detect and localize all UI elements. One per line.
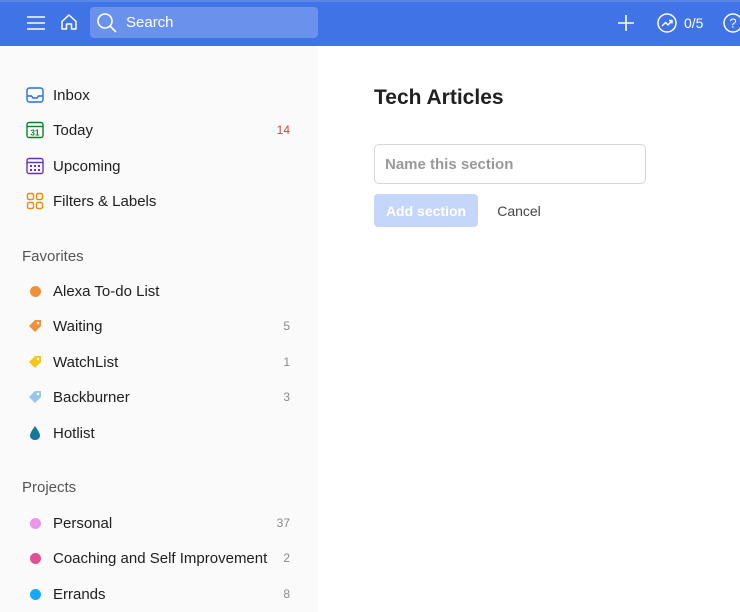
section-name-input[interactable] (374, 144, 646, 184)
help-icon[interactable]: ? (722, 12, 740, 34)
project-item-count: 37 (276, 516, 290, 530)
project-item-count: 2 (283, 551, 290, 565)
karma-count: 0/5 (684, 15, 704, 31)
project-item-label: Errands (53, 585, 106, 603)
favorite-item-count: 5 (283, 319, 290, 333)
favorite-item-label: WatchList (53, 353, 119, 371)
favorite-item[interactable]: Waiting 5 (14, 310, 304, 342)
calendar-today-icon: 31 (24, 119, 46, 141)
nav-today-count: 14 (276, 123, 290, 137)
project-dot-icon (24, 280, 46, 302)
favorite-item[interactable]: Backburner 3 (14, 381, 304, 413)
add-section-button[interactable]: Add section (374, 194, 478, 227)
filter-drop-icon (24, 422, 46, 444)
nav-today[interactable]: 31 Today 14 (14, 114, 304, 146)
page-title: Tech Articles (374, 86, 504, 109)
favorite-item-count: 3 (283, 390, 290, 404)
nav-filters-label: Filters & Labels (53, 192, 157, 210)
label-tag-icon (24, 315, 46, 337)
trend-icon (657, 13, 677, 33)
svg-text:?: ? (729, 16, 736, 31)
nav-filters-labels[interactable]: Filters & Labels (14, 185, 304, 217)
top-bar-highlight (0, 0, 740, 2)
search-icon (97, 12, 117, 33)
filters-grid-icon (24, 190, 46, 212)
sidebar: Inbox 31 Today 14 Upcoming Filters & Lab… (0, 46, 318, 612)
favorite-item-label: Alexa To-do List (53, 282, 160, 300)
search-input[interactable] (126, 14, 306, 31)
nav-today-label: Today (53, 121, 94, 139)
favorite-item[interactable]: Hotlist (14, 417, 304, 449)
label-tag-icon (24, 386, 46, 408)
cancel-button[interactable]: Cancel (486, 194, 552, 227)
project-item-label: Personal (53, 514, 113, 532)
nav-inbox-label: Inbox (53, 86, 90, 104)
home-icon[interactable] (57, 10, 81, 34)
label-tag-icon (24, 351, 46, 373)
project-item[interactable]: Coaching and Self Improvement 2 (14, 542, 304, 574)
project-dot-icon (24, 547, 46, 569)
projects-header[interactable]: Projects (22, 479, 76, 496)
menu-icon[interactable] (24, 11, 48, 35)
project-item-label: Coaching and Self Improvement (53, 549, 268, 567)
favorites-header[interactable]: Favorites (22, 248, 84, 265)
project-item-count: 8 (283, 587, 290, 601)
add-task-icon[interactable] (614, 11, 638, 35)
calendar-upcoming-icon (24, 155, 46, 177)
inbox-icon (24, 84, 46, 106)
favorite-item-count: 1 (283, 355, 290, 369)
project-item[interactable]: Personal 37 (14, 507, 304, 539)
favorite-item[interactable]: WatchList 1 (14, 346, 304, 378)
favorite-item-label: Waiting (53, 317, 103, 335)
project-item[interactable]: Errands 8 (14, 578, 304, 610)
project-dot-icon (24, 512, 46, 534)
main-content: Tech Articles Add section Cancel (318, 46, 740, 612)
search-bar[interactable] (90, 7, 318, 38)
top-bar: 0/5 ? (0, 0, 740, 46)
nav-inbox[interactable]: Inbox (14, 79, 304, 111)
productivity-button[interactable]: 0/5 (656, 11, 703, 35)
nav-upcoming[interactable]: Upcoming (14, 150, 304, 182)
project-dot-icon (24, 583, 46, 605)
favorite-item-label: Backburner (53, 388, 130, 406)
nav-upcoming-label: Upcoming (53, 157, 121, 175)
favorite-item-label: Hotlist (53, 424, 95, 442)
calendar-day-number: 31 (31, 128, 40, 137)
favorite-item[interactable]: Alexa To-do List (14, 275, 304, 307)
